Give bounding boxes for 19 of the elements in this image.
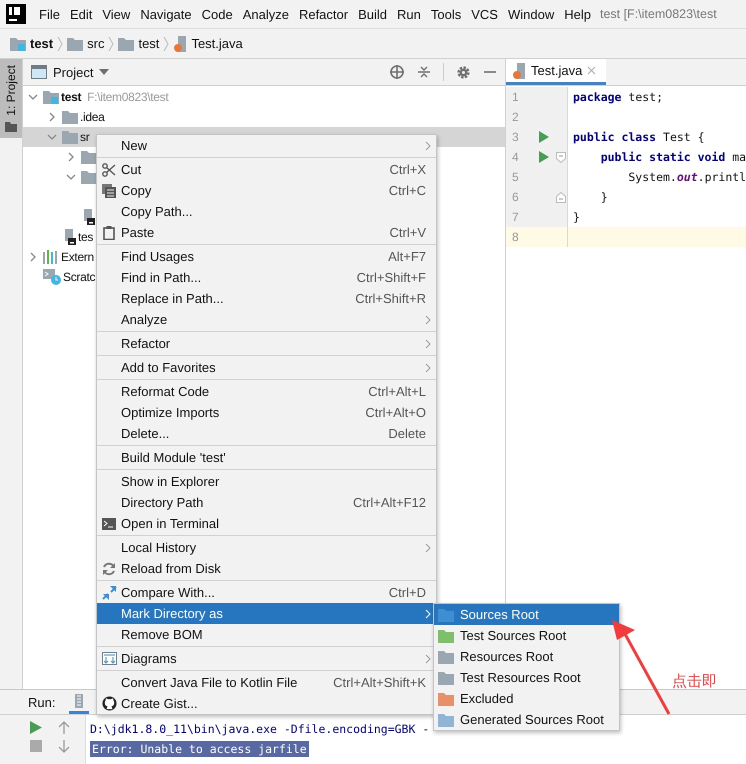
line-number: 5: [511, 170, 520, 184]
line-number: 1: [511, 90, 520, 104]
code-line: }: [600, 190, 608, 204]
line-number: 3: [511, 130, 520, 144]
line-number: 4: [511, 150, 520, 164]
line-number: 8: [511, 230, 520, 244]
module-path: F:\item0823\test: [87, 90, 168, 104]
line-number: 7: [511, 210, 520, 224]
line-number: 6: [511, 190, 520, 204]
code-line: public class Test {: [572, 130, 705, 144]
code-line: package test;: [572, 90, 664, 104]
window-title: test [F:\item0823\test: [600, 7, 717, 21]
console-line: D:\jdk1.8.0_11\bin\java.exe -Dfile.encoding=GBK -: [90, 722, 430, 736]
code-line: System.out.printl: [627, 170, 746, 184]
line-number: 2: [511, 110, 520, 124]
code-line: }: [572, 210, 580, 224]
run-panel-label: Run:: [28, 694, 56, 710]
code-line: public static void ma: [600, 150, 746, 164]
annotation-text: 点击即: [672, 672, 717, 691]
